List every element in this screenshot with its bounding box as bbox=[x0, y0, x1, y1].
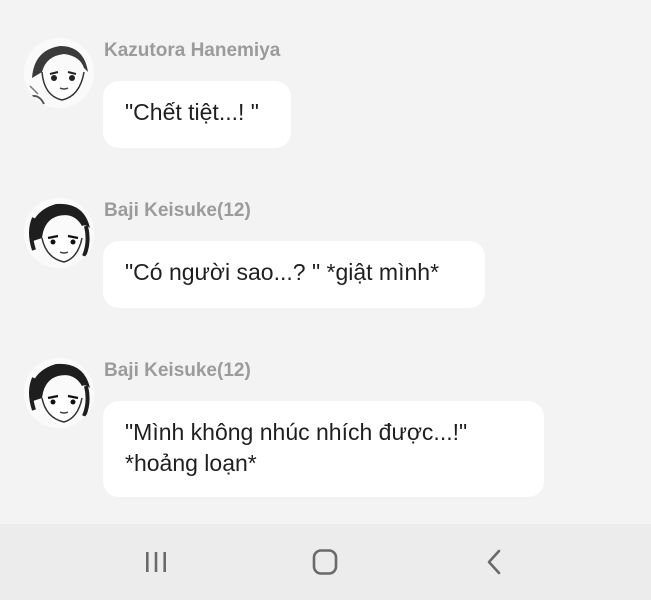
back-icon bbox=[487, 549, 501, 575]
sender-name: Kazutora Hanemiya bbox=[104, 40, 281, 61]
sender-name: Baji Keisuke(12) bbox=[104, 360, 251, 381]
avatar[interactable] bbox=[24, 38, 94, 108]
recent-apps-icon bbox=[146, 552, 166, 572]
manga-character-avatar-icon bbox=[24, 358, 94, 428]
message-text-line: *hoảng loạn* bbox=[125, 450, 257, 476]
back-button[interactable] bbox=[475, 542, 515, 582]
message-bubble[interactable]: "Chết tiệt...! " bbox=[103, 81, 291, 148]
manga-character-avatar-icon bbox=[24, 38, 94, 108]
avatar[interactable] bbox=[24, 198, 94, 268]
message-text-line: "Mình không nhúc nhích được...!" bbox=[125, 419, 468, 445]
sender-name: Baji Keisuke(12) bbox=[104, 200, 251, 221]
avatar[interactable] bbox=[24, 358, 94, 428]
message-bubble[interactable]: "Mình không nhúc nhích được...!" *hoảng … bbox=[103, 401, 544, 497]
navigation-bar bbox=[0, 524, 651, 600]
chat-screen: Kazutora Hanemiya "Chết tiệt...! " Baji … bbox=[0, 0, 651, 600]
chat-thread[interactable]: Kazutora Hanemiya "Chết tiệt...! " Baji … bbox=[0, 0, 651, 524]
recent-apps-button[interactable] bbox=[136, 542, 176, 582]
home-button[interactable] bbox=[305, 542, 345, 582]
home-icon bbox=[312, 549, 338, 575]
message-text: "Có người sao...? " *giật mình* bbox=[125, 259, 440, 285]
message-bubble[interactable]: "Có người sao...? " *giật mình* bbox=[103, 241, 485, 308]
message-text: "Chết tiệt...! " bbox=[125, 99, 259, 125]
manga-character-avatar-icon bbox=[24, 198, 94, 268]
